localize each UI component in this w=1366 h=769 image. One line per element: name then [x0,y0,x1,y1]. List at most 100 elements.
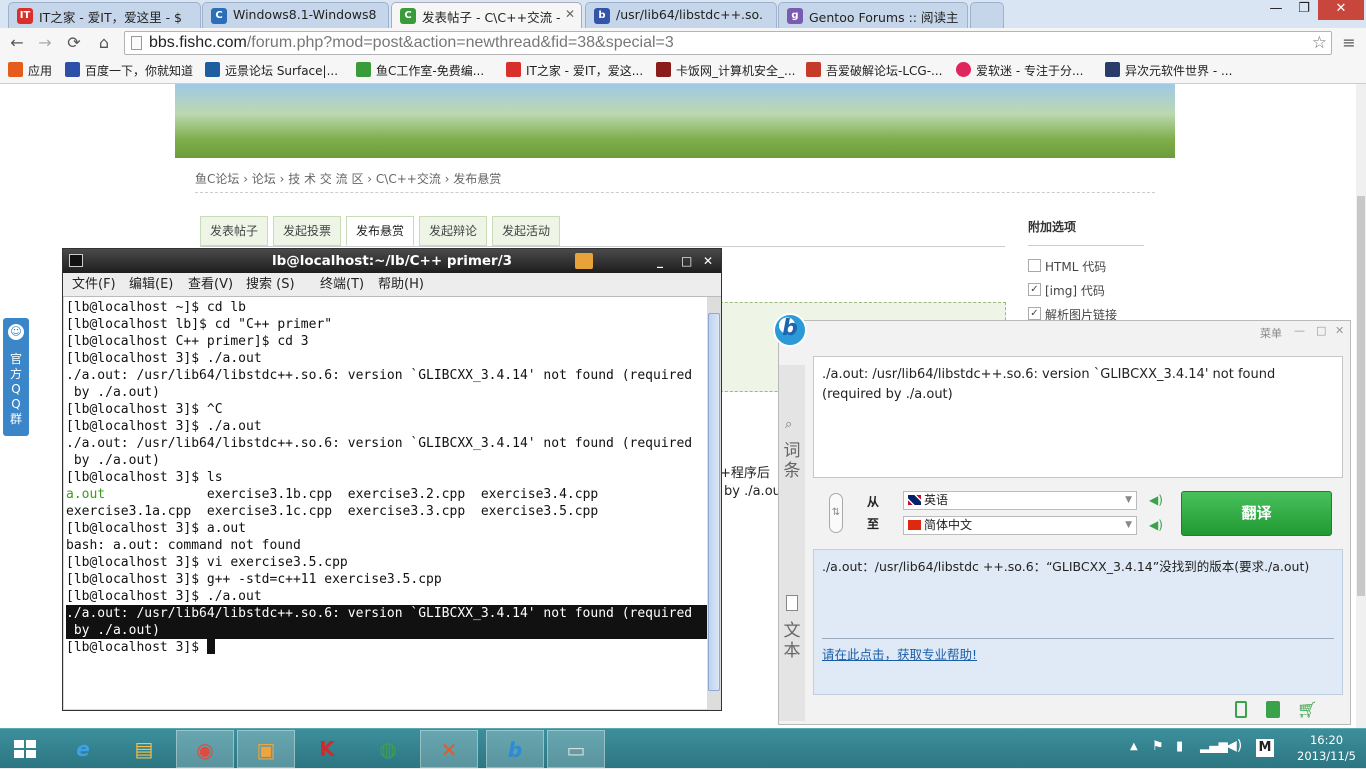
checkbox[interactable]: ✓ [1028,307,1041,320]
speaker-icon[interactable]: ◀) [1149,518,1163,532]
bookmark-52pojie[interactable]: 吾爱破解论坛-LCG-... [806,62,942,79]
address-bar[interactable]: bbs.fishc.com/forum.php?mod=post&action=… [124,31,1332,55]
baidu-translate-icon[interactable]: b [486,730,544,768]
vmware-icon[interactable]: ▣ [237,730,295,768]
menu-edit[interactable]: 编辑(E) [129,273,173,296]
target-language-select[interactable]: 简体中文 ▼ [903,516,1137,535]
menu-file[interactable]: 文件(F) [72,273,116,296]
fishc-icon [356,62,371,77]
volume-icon[interactable]: ◀) [1226,738,1242,754]
browser-minimize-button[interactable]: — [1262,0,1290,20]
crossover-icon[interactable]: ✕ [420,730,478,768]
translator-close-button[interactable]: ✕ [1335,324,1344,337]
option-img-code[interactable]: ✓ [img] 代码 [1028,282,1105,299]
terminal-icon[interactable]: ▭ [547,730,605,768]
menu-help[interactable]: 帮助(H) [378,273,424,296]
checkbox[interactable]: ✓ [1028,283,1041,296]
network-signal-icon[interactable]: ▂▄▆ [1200,739,1228,753]
source-text-input[interactable]: ./a.out: /usr/lib64/libstdc++.so.6: vers… [813,356,1343,478]
option-html-code[interactable]: HTML 代码 [1028,258,1106,275]
chrome-icon[interactable]: ◉ [176,730,234,768]
chrome-menu-icon[interactable]: ≡ [1338,31,1360,55]
qq-group-float-button[interactable]: ☺ 官方QQ群 [3,318,29,436]
terminal-scrollbar[interactable] [707,297,721,709]
bookmark-kafan[interactable]: 卡饭网_计算机安全_... [656,62,795,79]
browser-close-button[interactable]: ✕ [1318,0,1364,20]
translator-maximize-button[interactable]: □ [1316,324,1326,337]
power-icon[interactable]: ▮ [1176,739,1183,754]
menu-search[interactable]: 搜索 (S) [246,273,295,296]
tab-windows81[interactable]: C Windows8.1-Windows8 [202,2,389,28]
terminal-line: [lb@localhost 3]$ a.out [66,521,247,536]
executable-filename: a.out [66,487,106,502]
divider [822,638,1334,639]
action-center-flag-icon[interactable]: ⚑ [1152,739,1164,754]
tab-new-thread[interactable]: 发表帖子 [200,216,269,246]
professional-help-link[interactable]: 请在此点击，获取专业帮助! [822,646,977,664]
reload-icon[interactable]: ⟳ [63,31,85,55]
translate-button[interactable]: 翻译 [1181,491,1332,536]
show-hidden-icons-chevron-icon[interactable]: ▲ [1130,741,1138,752]
mobile-icon[interactable] [1235,701,1247,718]
tab-ithome[interactable]: IT IT之家 - 爱IT，爱这里 - $ [8,2,201,28]
bookmark-apps[interactable]: 应用 [8,62,52,79]
system-clock[interactable]: 16:20 2013/11/5 [1297,732,1356,764]
shopping-cart-icon[interactable]: 🛒︎ [1297,700,1317,719]
source-language-select[interactable]: 英语 ▼ [903,491,1137,510]
baidu-favicon-icon: b [594,8,610,24]
forward-arrow-icon[interactable]: → [34,31,56,55]
document-export-icon[interactable] [1266,701,1280,718]
terminal-line: [lb@localhost 3]$ ls [66,470,223,485]
home-icon[interactable]: ⌂ [93,31,115,55]
bookmark-iruanmi[interactable]: 爱软迷 - 专注于分... [956,62,1083,79]
bookmark-iplaysoft[interactable]: 异次元软件世界 - ... [1105,62,1232,79]
bookmark-fishc[interactable]: 鱼C工作室-免费编... [356,62,484,79]
tab-new-activity[interactable]: 发起活动 [492,216,561,246]
tab-fishc-post[interactable]: C 发表帖子 - C\C++交流 - ✕ [391,2,582,28]
terminal-titlebar[interactable]: lb@localhost:~/lb/C++ primer/3 _ □ ✕ [63,249,721,273]
ime-indicator[interactable]: M [1256,739,1274,757]
terminal-scrollbar-thumb[interactable] [708,313,720,691]
menu-view[interactable]: 查看(V) [188,273,233,296]
bookmark-star-icon[interactable]: ☆ [1312,32,1327,54]
to-label: 至 [867,517,880,531]
page-scrollbar-thumb[interactable] [1357,196,1365,596]
tab-gentoo-forums[interactable]: g Gentoo Forums :: 阅读主 [778,2,968,28]
start-windows-icon[interactable] [0,730,50,768]
download-manager-icon[interactable]: ◍ [359,730,417,768]
text-tab[interactable]: 文本 [783,621,801,661]
terminal-prompt-line: [lb@localhost 3]$ [66,639,707,656]
translator-menu[interactable]: 菜单 [1260,325,1282,341]
back-arrow-icon[interactable]: ← [6,31,28,55]
bookmark-label: 卡饭网_计算机安全_... [676,64,796,78]
file-explorer-icon[interactable]: ▤ [115,730,173,768]
menu-terminal[interactable]: 终端(T) [320,273,364,296]
text-cursor [206,639,215,654]
ie-icon[interactable]: e [54,730,112,768]
tab-new-reward[interactable]: 发布悬赏 [346,216,415,246]
translator-minimize-button[interactable]: — [1294,324,1305,337]
checkbox[interactable] [1028,259,1041,272]
tab-baidu-search[interactable]: b /usr/lib64/libstdc++.so. [585,2,777,28]
clock-time: 16:20 [1309,733,1344,747]
bookmark-pcbeta[interactable]: 远景论坛 Surface|... [205,62,338,79]
page-scrollbar[interactable] [1356,84,1366,728]
close-tab-icon[interactable]: ✕ [565,7,575,21]
terminal-close-button[interactable]: ✕ [703,249,713,273]
option-label: [img] 代码 [1045,284,1105,298]
browser-restore-button[interactable]: ❐ [1290,0,1318,20]
bookmark-label: 异次元软件世界 - ... [1125,64,1233,78]
terminal-line: by ./a.out) [66,385,160,400]
tab-new-poll[interactable]: 发起投票 [273,216,342,246]
speaker-icon[interactable]: ◀) [1149,493,1163,507]
bookmark-ithome[interactable]: IT之家 - 爱IT，爱这... [506,62,643,79]
tab-new-debate[interactable]: 发起辩论 [419,216,488,246]
terminal-minimize-button[interactable]: _ [657,249,663,273]
kaspersky-icon[interactable]: K [298,730,356,768]
dictionary-tab[interactable]: 词条 [783,441,801,481]
bookmark-baidu[interactable]: 百度一下，你就知道 [65,62,193,79]
swap-languages-icon[interactable]: ⇅ [829,493,843,533]
terminal-output[interactable]: [lb@localhost ~]$ cd lb [lb@localhost lb]… [64,297,707,709]
terminal-maximize-button[interactable]: □ [681,249,692,273]
new-tab-button[interactable] [970,2,1004,28]
